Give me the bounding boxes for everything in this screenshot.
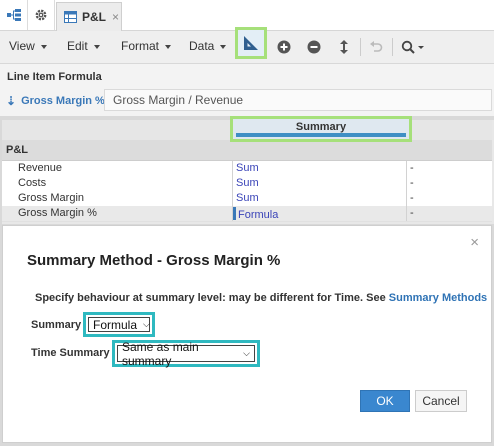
row-name: Costs: [18, 177, 47, 189]
selected-cell-marker: [233, 207, 236, 220]
row-name: Revenue: [18, 162, 63, 174]
view-menu[interactable]: View: [9, 39, 47, 53]
caret-down-icon: [40, 44, 47, 49]
time-summary-select-highlight: Same as main summary ⌵: [112, 340, 260, 368]
edit-menu-label: Edit: [67, 39, 88, 53]
summary-select-value: Formula: [93, 317, 138, 332]
row-summary: Formula: [238, 209, 279, 221]
grid-icon: [63, 10, 77, 24]
row-extra[interactable]: -: [406, 206, 492, 221]
caret-down-icon: [220, 44, 227, 49]
search-icon[interactable]: [399, 37, 427, 57]
dialog-title: Summary Method - Gross Margin %: [27, 252, 281, 269]
summary-label: Summary: [31, 319, 82, 331]
time-summary-label: Time Summary: [31, 347, 110, 359]
table-row-selected[interactable]: Gross Margin % Formula -: [2, 206, 492, 222]
remove-icon[interactable]: [304, 37, 324, 57]
row-summary-cell[interactable]: Formula: [232, 206, 406, 221]
table-row[interactable]: Costs Sum -: [2, 176, 492, 192]
row-summary[interactable]: Sum: [232, 161, 406, 176]
line-item-name: Gross Margin %: [21, 95, 105, 107]
row-name: Gross Margin %: [18, 207, 97, 219]
view-menu-label: View: [9, 39, 35, 53]
gear-icon[interactable]: [28, 0, 55, 30]
tab-label: P&L: [82, 10, 106, 24]
tab-pl[interactable]: P&L ×: [56, 2, 122, 31]
row-summary[interactable]: Sum: [232, 176, 406, 191]
format-menu-label: Format: [121, 39, 160, 53]
toolbar-separator: [392, 38, 393, 56]
summary-select[interactable]: Formula ⌵: [88, 317, 150, 332]
toolbar-separator: [360, 38, 361, 56]
row-summary[interactable]: Sum: [232, 191, 406, 206]
sitemap-icon[interactable]: [1, 0, 28, 30]
chevron-down-icon: ⌵: [143, 319, 150, 329]
grid-section-row: P&L: [2, 140, 492, 161]
app-window: P&L × View Edit Format Data Line Item Fo…: [0, 0, 494, 446]
close-icon[interactable]: ×: [470, 234, 479, 251]
row-name: Gross Margin: [18, 192, 85, 204]
table-row[interactable]: Gross Margin Sum -: [2, 191, 492, 207]
summary-select-highlight: Formula ⌵: [83, 312, 155, 337]
formula-title: Line Item Formula: [7, 71, 102, 83]
row-extra[interactable]: -: [406, 161, 492, 176]
row-extra[interactable]: -: [406, 191, 492, 206]
chevron-down-icon: ⌵: [243, 348, 250, 358]
column-selection-bar: [236, 133, 406, 137]
caret-down-icon: [165, 44, 172, 49]
edit-menu[interactable]: Edit: [67, 39, 100, 53]
close-icon[interactable]: ×: [112, 10, 119, 24]
data-menu-label: Data: [189, 39, 215, 53]
time-summary-select-value: Same as main summary: [122, 339, 199, 368]
description-text: Specify behaviour at summary level: may …: [35, 292, 386, 304]
summary-method-dialog: × Summary Method - Gross Margin % Specif…: [2, 225, 492, 443]
formula-input[interactable]: Gross Margin / Revenue: [104, 89, 492, 111]
dialog-description: Specify behaviour at summary level: may …: [35, 292, 487, 304]
ok-button[interactable]: OK: [360, 390, 410, 412]
cancel-button[interactable]: Cancel: [415, 390, 467, 412]
summary-column-label: Summary: [295, 121, 347, 133]
formula-panel: Line Item Formula ⇣ Gross Margin % Gross…: [0, 64, 494, 116]
undo-icon[interactable]: [366, 37, 386, 57]
resize-icon[interactable]: [334, 37, 354, 57]
section-label: P&L: [6, 144, 28, 156]
chevrons-down-icon: ⇣: [6, 94, 17, 108]
table-row[interactable]: Revenue Sum -: [2, 161, 492, 177]
summary-methods-link[interactable]: Summary Methods: [389, 292, 487, 304]
add-icon[interactable]: [274, 37, 294, 57]
time-summary-select[interactable]: Same as main summary ⌵: [117, 340, 255, 368]
format-menu[interactable]: Format: [121, 39, 172, 53]
summary-icon[interactable]: [235, 27, 267, 59]
formula-line-item[interactable]: ⇣ Gross Margin %: [6, 94, 105, 108]
row-extra[interactable]: -: [406, 176, 492, 191]
data-menu[interactable]: Data: [189, 39, 227, 53]
summary-column-header[interactable]: Summary: [230, 116, 412, 142]
caret-down-icon: [93, 44, 100, 49]
